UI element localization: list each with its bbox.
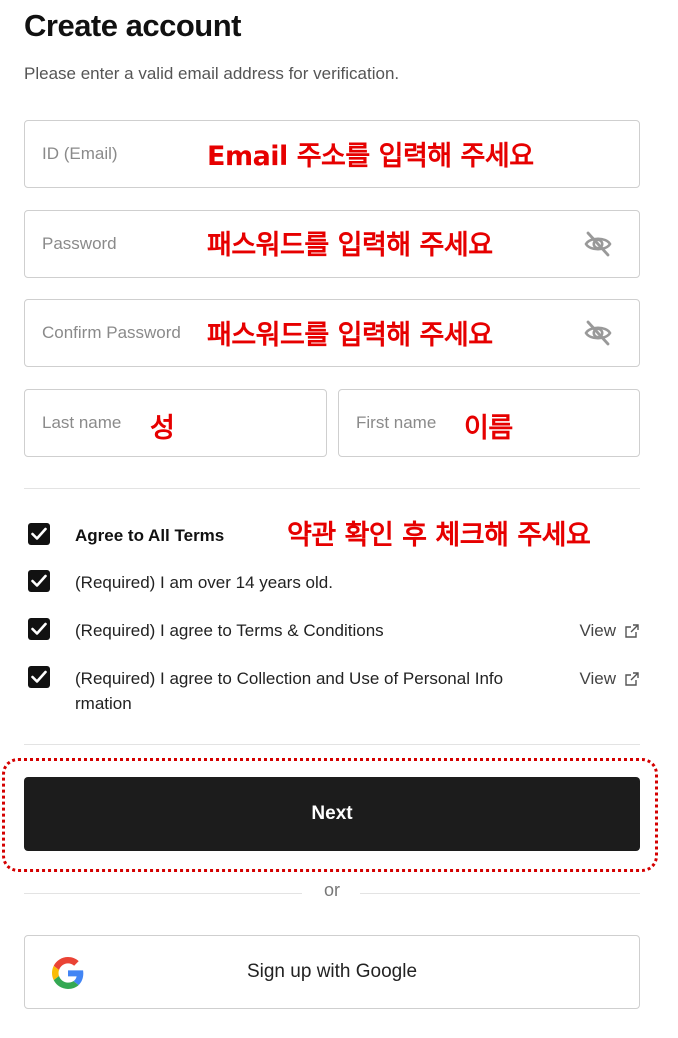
or-line-left [24,893,302,894]
external-link-icon [625,671,639,686]
external-link-icon [625,623,639,638]
view-privacy-link[interactable]: View [579,666,640,691]
password-annotation: 패스워드를 입력해 주세요 [207,230,493,261]
confirm-password-placeholder: Confirm Password [42,323,181,342]
or-label: or [323,880,341,900]
agree-all-row[interactable]: Agree to All Terms [28,523,640,549]
terms-privacy-checkbox[interactable] [28,666,50,688]
first-name-placeholder: First name [356,413,437,432]
email-placeholder: ID (Email) [42,144,118,163]
last-name-field[interactable]: Last name [24,389,327,457]
first-name-annotation: 이름 [464,413,513,444]
view-privacy-label: View [579,669,616,688]
terms-conditions-label: (Required) I agree to Terms & Conditions [75,621,384,640]
email-annotation: Email 주소를 입력해 주세요 [207,141,534,172]
terms-privacy-label: (Required) I agree to Collection and Use… [75,666,503,716]
page-title: Create account [24,8,241,43]
page-subtitle: Please enter a valid email address for v… [24,64,400,83]
terms-privacy-label-line2: rmation [75,694,132,713]
google-signup-button[interactable]: Sign up with Google [24,935,640,1009]
password-placeholder: Password [42,234,117,253]
divider [24,488,640,489]
terms-privacy-row[interactable]: (Required) I agree to Collection and Use… [28,666,640,716]
terms-conditions-checkbox[interactable] [28,618,50,640]
view-terms-label: View [579,621,616,640]
divider [24,744,640,745]
view-terms-link[interactable]: View [579,618,640,643]
eye-off-icon[interactable] [583,318,613,348]
google-signup-label: Sign up with Google [246,961,418,982]
or-line-right [360,893,640,894]
last-name-placeholder: Last name [42,413,122,432]
or-separator: or [24,880,640,906]
confirm-password-annotation: 패스워드를 입력해 주세요 [207,320,493,351]
terms-age-label: (Required) I am over 14 years old. [75,573,333,592]
terms-conditions-row[interactable]: (Required) I agree to Terms & Conditions… [28,618,640,644]
agree-all-label: Agree to All Terms [75,526,225,545]
next-button[interactable]: Next [24,777,640,851]
terms-age-row[interactable]: (Required) I am over 14 years old. [28,570,640,596]
agree-all-checkbox[interactable] [28,523,50,545]
eye-off-icon[interactable] [583,229,613,259]
terms-age-checkbox[interactable] [28,570,50,592]
terms-privacy-label-line1: (Required) I agree to Collection and Use… [75,669,504,688]
last-name-annotation: 성 [150,413,175,444]
